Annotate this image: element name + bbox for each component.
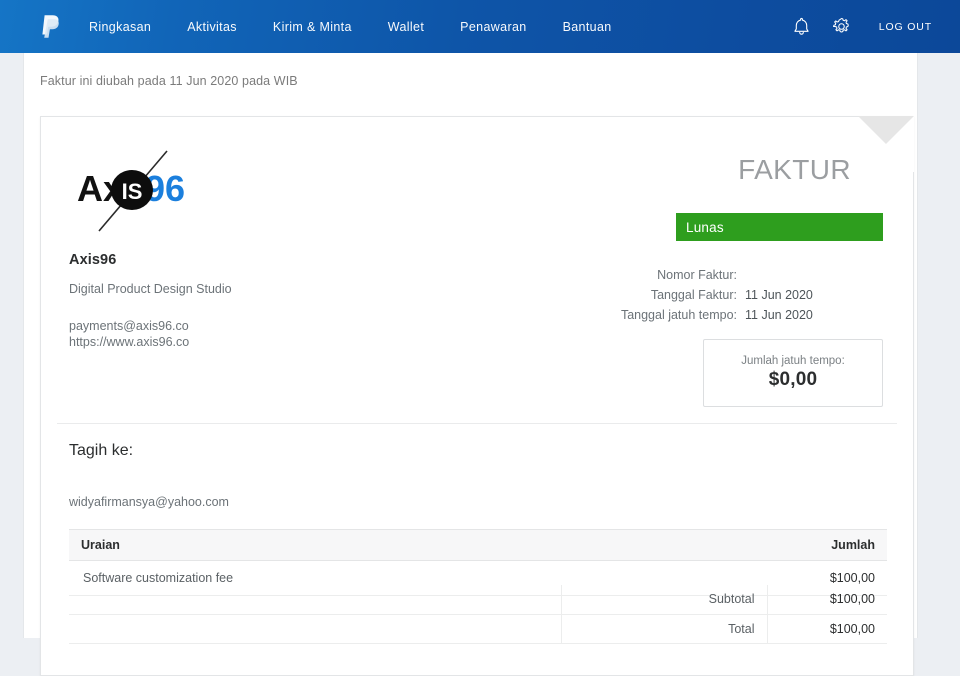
- meta-row-tanggal-jatuh-tempo: Tanggal jatuh tempo: 11 Jun 2020: [545, 305, 883, 325]
- meta-value-tanggal-faktur: 11 Jun 2020: [745, 288, 813, 302]
- column-header-uraian: Uraian: [69, 529, 657, 561]
- totals-spacer-cell: [69, 614, 562, 644]
- axis96-logo: Ax is 96 IS: [69, 145, 209, 237]
- nav-link-ringkasan[interactable]: Ringkasan: [89, 20, 151, 34]
- logout-button[interactable]: LOG OUT: [879, 21, 932, 33]
- meta-value-nomor-faktur: [745, 265, 883, 285]
- seller-info: Axis96 Digital Product Design Studio pay…: [69, 252, 389, 350]
- table-header-row: Uraian Jumlah: [69, 529, 887, 561]
- totals-row-total: Total $100,00: [69, 614, 887, 644]
- nav-links: Ringkasan Aktivitas Kirim & Minta Wallet…: [89, 20, 648, 34]
- totals-label-subtotal: Subtotal: [561, 585, 768, 615]
- meta-row-nomor-faktur: Nomor Faktur:: [545, 265, 883, 285]
- nav-link-penawaran[interactable]: Penawaran: [460, 20, 526, 34]
- gear-icon[interactable]: [829, 14, 855, 40]
- status-badge: Lunas: [676, 213, 883, 241]
- seller-name: Axis96: [69, 252, 117, 268]
- seller-website: https://www.axis96.co: [69, 335, 190, 349]
- bell-icon[interactable]: [789, 14, 815, 40]
- top-navbar: Ringkasan Aktivitas Kirim & Minta Wallet…: [0, 0, 960, 53]
- invoice-card: Ax is 96 IS FAKTUR Lunas Axis96 Digital …: [40, 116, 914, 676]
- nav-right-controls: LOG OUT: [775, 14, 932, 40]
- totals-value-total: $100,00: [767, 614, 887, 644]
- meta-value-tanggal-jatuh-tempo: 11 Jun 2020: [745, 308, 813, 322]
- totals-spacer-cell: [69, 585, 562, 615]
- nav-link-kirim-minta[interactable]: Kirim & Minta: [273, 20, 352, 34]
- amount-due-label: Jumlah jatuh tempo:: [741, 355, 845, 367]
- nav-link-aktivitas[interactable]: Aktivitas: [187, 20, 237, 34]
- section-divider: [57, 423, 897, 424]
- meta-label-nomor-faktur: Nomor Faktur:: [657, 268, 737, 282]
- invoice-edited-note: Faktur ini diubah pada 11 Jun 2020 pada …: [40, 74, 298, 88]
- totals-row-subtotal: Subtotal $100,00: [69, 585, 887, 615]
- amount-due-value: $0,00: [768, 369, 818, 390]
- totals-table: Subtotal $100,00 Total $100,00: [69, 585, 887, 644]
- nav-link-wallet[interactable]: Wallet: [388, 20, 424, 34]
- meta-row-tanggal-faktur: Tanggal Faktur: 11 Jun 2020: [545, 285, 883, 305]
- bill-to-title: Tagih ke:: [69, 442, 134, 459]
- invoice-meta: Nomor Faktur: Tanggal Faktur: 11 Jun 202…: [545, 265, 883, 325]
- totals-value-subtotal: $100,00: [767, 585, 887, 615]
- folded-corner-decoration: [858, 116, 914, 172]
- paypal-logo-icon[interactable]: [40, 14, 62, 40]
- bill-to-email: widyafirmansya@yahoo.com: [69, 495, 229, 509]
- meta-label-tanggal-jatuh-tempo: Tanggal jatuh tempo:: [620, 308, 737, 322]
- nav-link-bantuan[interactable]: Bantuan: [563, 20, 612, 34]
- meta-label-tanggal-faktur: Tanggal Faktur:: [650, 288, 737, 302]
- column-header-jumlah: Jumlah: [656, 529, 887, 561]
- totals-label-total: Total: [561, 614, 768, 644]
- seller-email: payments@axis96.co: [69, 319, 189, 333]
- svg-text:IS: IS: [122, 179, 143, 204]
- amount-due-box: Jumlah jatuh tempo: $0,00: [703, 339, 883, 407]
- invoice-title: FAKTUR: [738, 154, 851, 185]
- seller-tagline: Digital Product Design Studio: [69, 282, 232, 296]
